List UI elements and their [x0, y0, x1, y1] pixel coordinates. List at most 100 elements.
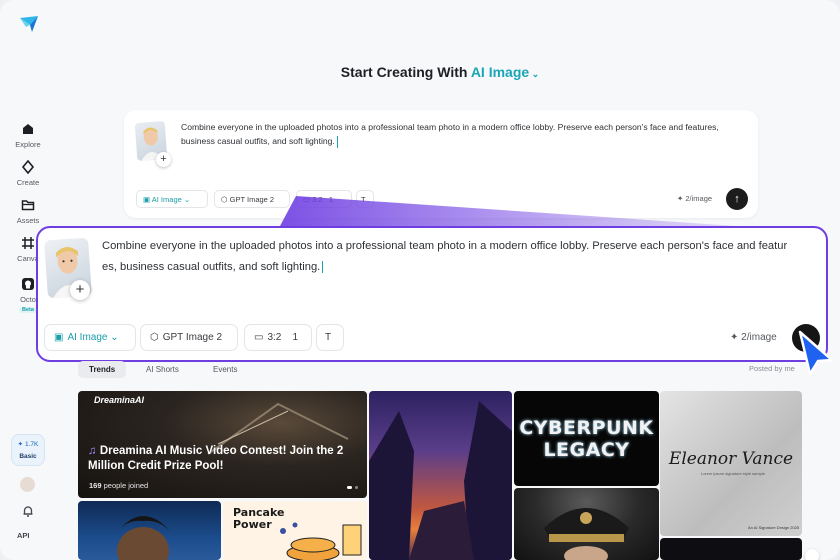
diamond-icon: [21, 160, 35, 174]
credits-count: 1.7K: [24, 441, 39, 448]
rate-label: 2/image: [741, 332, 777, 343]
mouse-pointer-icon: [798, 330, 834, 376]
arrow-up-icon: ↑: [734, 193, 740, 205]
tab-trends[interactable]: Trends: [78, 361, 127, 378]
tab-ai-shorts[interactable]: AI Shorts: [135, 361, 190, 378]
spark-icon: ✦: [17, 441, 24, 448]
chevron-down-icon: ⌄: [107, 332, 119, 343]
banner-title-text: Dreamina AI Music Video Contest! Join th…: [88, 445, 344, 472]
spark-icon: ✦: [730, 332, 742, 343]
text-format-icon: T: [325, 332, 332, 343]
plan-level: Basic: [19, 453, 37, 460]
image-icon: ▣: [143, 195, 152, 204]
text-caret: [336, 135, 338, 148]
prompt-box[interactable]: + Combine everyone in the uploaded photo…: [124, 110, 758, 218]
title-prefix: Start Creating With: [340, 64, 468, 80]
model-chip[interactable]: ⬡ GPT Image 2: [214, 190, 290, 208]
gallery-item-signature[interactable]: Eleanor Vance Lorem ipsum signature styl…: [660, 391, 802, 536]
gallery-grid: DreaminaAI ♫ Dreamina AI Music Video Con…: [78, 391, 802, 560]
gallery-item-pancake[interactable]: Pancake Power: [223, 501, 367, 560]
bell-icon[interactable]: [21, 504, 35, 518]
ai-image-mode-chip[interactable]: ▣ AI Image ⌄: [136, 190, 208, 208]
sidebar-item-label: Assets: [16, 216, 40, 225]
text-caret: [322, 260, 324, 273]
prompt-line-1: Combine everyone in the uploaded photos …: [181, 122, 708, 132]
text-style-button[interactable]: T: [356, 190, 374, 208]
credit-rate: ✦ 2/image: [730, 332, 777, 343]
avatar[interactable]: [20, 477, 35, 492]
prompt-textarea[interactable]: Combine everyone in the uploaded photos …: [102, 236, 822, 277]
generate-button[interactable]: ↑: [726, 188, 748, 210]
joined-count: 169 people joined: [89, 481, 148, 490]
tab-events[interactable]: Events: [202, 361, 248, 378]
prompt-line-1: Combine everyone in the uploaded photos …: [102, 240, 788, 252]
chevron-down-icon: ⌄: [529, 69, 540, 79]
gallery-item-boy[interactable]: [78, 501, 221, 560]
home-icon: [23, 124, 33, 134]
gallery-item-cyberpunk[interactable]: CYBERPUNK LEGACY: [514, 391, 659, 486]
add-photo-button[interactable]: +: [70, 280, 90, 300]
text-style-button[interactable]: T: [316, 324, 344, 351]
text-format-icon: T: [361, 195, 366, 204]
sidebar-item-explore[interactable]: Explore: [4, 122, 52, 149]
sidebar-item-label: Octo: [20, 295, 36, 304]
sidebar-item-label: Explore: [15, 140, 41, 149]
image-icon: ▣: [54, 332, 64, 343]
music-note-icon: ♫: [88, 445, 100, 457]
ratio-chip[interactable]: ▭ 3:2 1: [296, 190, 352, 208]
count-label: 1: [292, 332, 299, 343]
folder-icon: [21, 200, 35, 211]
aspect-ratio-icon: ▭: [254, 332, 264, 343]
cube-icon: ⬡: [221, 195, 230, 204]
cyberpunk-line-1: CYBERPUNK: [519, 417, 654, 439]
sidebar-item-label: Create: [16, 178, 40, 187]
canvas-icon: [22, 237, 34, 249]
model-chip[interactable]: ⬡ GPT Image 2: [140, 324, 238, 351]
beta-badge: Beta: [19, 307, 37, 313]
signature-name: Eleanor Vance: [668, 449, 794, 469]
gallery-item-captain[interactable]: [514, 488, 659, 560]
chevron-down-icon: ⌄: [181, 195, 191, 204]
prompt-text-preview[interactable]: Combine everyone in the uploaded photos …: [181, 120, 751, 148]
page-title: Start Creating With AI Image ⌄: [0, 64, 840, 80]
chip-label: GPT Image 2: [229, 195, 275, 204]
credit-rate: ✦ 2/image: [677, 194, 712, 203]
api-link[interactable]: API: [17, 531, 30, 540]
chip-label: 3:2: [312, 195, 323, 204]
sidebar-item-create[interactable]: Create: [4, 160, 52, 187]
count-label: 1: [328, 195, 334, 204]
banner-brand: DreaminaAI: [94, 395, 145, 405]
gallery-item-mountains[interactable]: [369, 391, 512, 560]
app-window: Explore Create Assets Canva Octo Beta ✦ …: [0, 0, 840, 560]
signature-subtitle: Lorem ipsum signature style sample: [700, 471, 766, 476]
chip-label: 3:2: [267, 332, 282, 343]
sidebar-item-assets[interactable]: Assets: [4, 198, 52, 225]
carousel-dots[interactable]: [347, 486, 359, 489]
add-photo-button[interactable]: +: [156, 152, 171, 167]
cyberpunk-line-2: LEGACY: [543, 439, 630, 461]
gallery-item-dark[interactable]: [660, 538, 802, 560]
cube-icon: ⬡: [150, 332, 159, 343]
pancake-line-2: Power: [233, 518, 272, 531]
banner-title: ♫ Dreamina AI Music Video Contest! Join …: [88, 444, 358, 474]
prompt-box-zoomed[interactable]: + Combine everyone in the uploaded photo…: [36, 226, 828, 362]
aspect-ratio-icon: ▭: [303, 195, 313, 204]
chip-label: GPT Image 2: [162, 332, 223, 343]
chip-label: AI Image: [151, 195, 182, 204]
pancake-illustration: [280, 522, 362, 560]
rate-label: 2/image: [685, 194, 713, 203]
cyberpunk-title: CYBERPUNK LEGACY: [514, 417, 659, 461]
dreamina-logo[interactable]: [18, 14, 40, 34]
ratio-chip[interactable]: ▭ 3:2 1: [244, 324, 312, 351]
posted-by-filter[interactable]: Posted by me: [749, 364, 795, 373]
joined-number: 169: [89, 481, 102, 490]
help-button[interactable]: [805, 549, 819, 560]
joined-label: people joined: [103, 481, 149, 490]
octo-icon: [22, 278, 34, 290]
music-contest-banner[interactable]: DreaminaAI ♫ Dreamina AI Music Video Con…: [78, 391, 367, 498]
mode-dropdown-label: AI Image: [470, 64, 530, 80]
mode-dropdown[interactable]: AI Image ⌄: [471, 64, 539, 80]
prompt-line-2: es, business casual outfits, and soft li…: [102, 260, 321, 273]
credits-badge[interactable]: ✦ 1.7K Basic: [11, 434, 45, 466]
ai-image-mode-chip[interactable]: ▣ AI Image ⌄: [44, 324, 136, 351]
